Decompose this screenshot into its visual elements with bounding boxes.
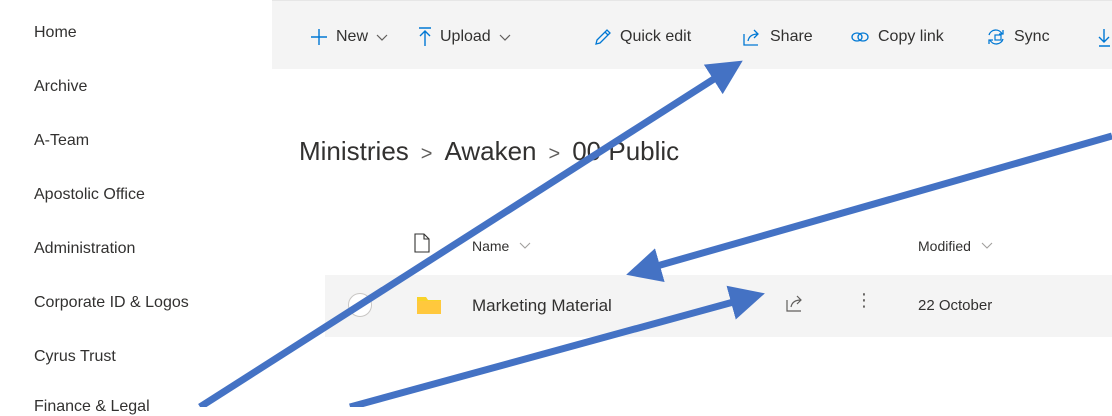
- nav-item-a-team[interactable]: A-Team: [34, 132, 89, 150]
- command-bar: New Upload Quick edit Share Copy link Sy…: [272, 0, 1112, 69]
- share-icon: [743, 29, 759, 46]
- quick-edit-button[interactable]: Quick edit: [594, 25, 691, 49]
- breadcrumb-separator: >: [420, 143, 433, 165]
- nav-item-corporate-id[interactable]: Corporate ID & Logos: [34, 294, 189, 312]
- share-label: Share: [770, 28, 813, 45]
- nav-item-cyrus-trust[interactable]: Cyrus Trust: [34, 348, 116, 366]
- arrow-to-share: [198, 60, 743, 407]
- breadcrumb: Ministries > Awaken >00 Public: [299, 136, 679, 167]
- link-icon: [851, 32, 869, 42]
- nav-item-finance-legal[interactable]: Finance & Legal: [34, 398, 150, 416]
- table-row[interactable]: Marketing Material ⋮ 22 October: [325, 275, 1112, 337]
- add-icon: [311, 29, 327, 45]
- folder-icon: [417, 297, 441, 314]
- row-modified: 22 October: [918, 297, 993, 314]
- document-icon: [414, 233, 430, 253]
- pencil-icon: [595, 29, 611, 45]
- chevron-down-icon: [519, 242, 531, 249]
- row-select-checkbox[interactable]: [348, 293, 372, 317]
- nav-item-apostolic-office[interactable]: Apostolic Office: [34, 186, 145, 204]
- download-icon: [1098, 29, 1110, 47]
- column-header-modified-label: Modified: [918, 238, 971, 254]
- breadcrumb-current: 00 Public: [572, 136, 680, 166]
- nav-item-home[interactable]: Home: [34, 24, 77, 42]
- chevron-down-icon: [981, 242, 993, 249]
- more-icon[interactable]: ⋮: [855, 291, 873, 309]
- upload-icon: [419, 27, 431, 46]
- nav-item-archive[interactable]: Archive: [34, 78, 87, 96]
- new-label: New: [336, 28, 369, 45]
- sync-icon: [988, 29, 1004, 45]
- copy-link-label: Copy link: [878, 28, 944, 45]
- upload-button[interactable]: Upload: [418, 25, 511, 49]
- arrow-to-folder-row: [626, 132, 1112, 283]
- breadcrumb-ministries[interactable]: Ministries: [299, 136, 409, 166]
- nav-item-administration[interactable]: Administration: [34, 240, 135, 258]
- upload-label: Upload: [440, 28, 491, 45]
- chevron-down-icon: [499, 34, 511, 41]
- share-button[interactable]: Share: [742, 25, 813, 49]
- share-icon[interactable]: [785, 294, 805, 312]
- breadcrumb-separator: >: [548, 143, 561, 165]
- download-button[interactable]: [1098, 25, 1110, 49]
- quick-edit-label: Quick edit: [620, 28, 692, 45]
- left-nav: Home Archive A-Team Apostolic Office Adm…: [0, 0, 272, 415]
- row-name-link[interactable]: Marketing Material: [472, 296, 612, 316]
- copy-link-button[interactable]: Copy link: [850, 25, 944, 49]
- sync-label: Sync: [1014, 28, 1050, 45]
- sync-button[interactable]: Sync: [986, 25, 1050, 49]
- column-header-name[interactable]: Name: [472, 238, 531, 254]
- breadcrumb-awaken[interactable]: Awaken: [444, 136, 536, 166]
- chevron-down-icon: [376, 34, 388, 41]
- column-header-name-label: Name: [472, 238, 510, 254]
- column-header-modified[interactable]: Modified: [918, 238, 993, 254]
- new-button[interactable]: New: [310, 25, 388, 49]
